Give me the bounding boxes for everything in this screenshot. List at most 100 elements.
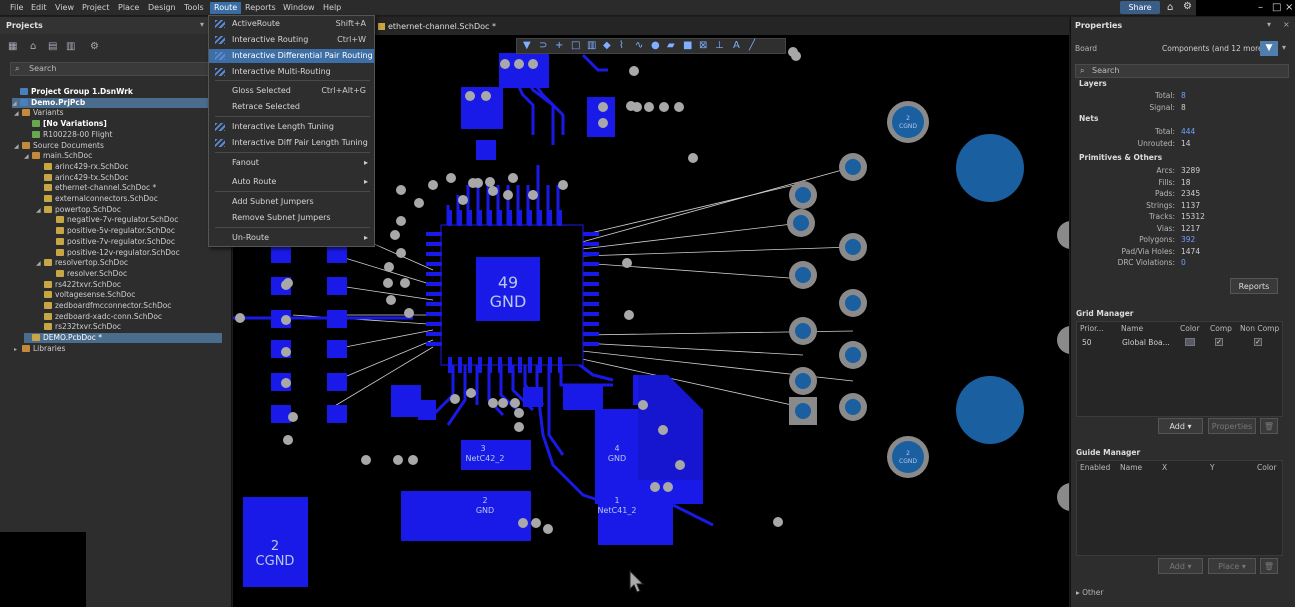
crosshair-icon[interactable]: + — [555, 40, 563, 51]
route-menu-item[interactable]: Fanout ▸ — [209, 156, 374, 170]
route-menu-item[interactable]: Interactive Differential Pair Routing — [209, 49, 374, 63]
text-icon[interactable]: A — [733, 40, 740, 51]
panel-menu-icon[interactable]: ▾ — [200, 20, 204, 29]
guide-add-button[interactable]: Add ▾ — [1158, 558, 1203, 574]
tree-item[interactable]: DEMO.PcbDoc * — [24, 333, 222, 344]
tree-item[interactable]: arinc429-tx.SchDoc — [36, 173, 129, 183]
grid-row-noncomp-checkbox[interactable]: ✓ — [1254, 338, 1262, 346]
tree-item[interactable]: ◢ Variants — [14, 108, 64, 118]
dimension-icon[interactable]: ⊥ — [715, 40, 724, 51]
expand-icon[interactable]: ◢ — [14, 142, 22, 152]
menu-view[interactable]: View — [51, 2, 78, 14]
tree-item[interactable]: voltagesense.SchDoc — [36, 290, 135, 300]
settings-icon[interactable]: ⚙ — [90, 41, 99, 52]
route-menu-item[interactable]: Remove Subnet Jumpers — [209, 211, 374, 225]
gear-icon[interactable]: ⚙ — [1183, 1, 1192, 12]
guide-col-y[interactable]: Y — [1210, 462, 1215, 473]
grid-col-name[interactable]: Name — [1121, 323, 1143, 334]
via-icon[interactable]: ● — [651, 40, 660, 51]
panel-close-icon[interactable]: × — [1283, 20, 1290, 29]
expand-icon[interactable]: ◢ — [36, 206, 44, 216]
route-menu-item[interactable]: Interactive Length Tuning — [209, 120, 374, 134]
tree-item[interactable]: ◢ resolvertop.SchDoc — [36, 258, 128, 268]
tree-item[interactable]: externalconnectors.SchDoc — [36, 194, 158, 204]
diff-pair-icon[interactable]: ∿ — [635, 40, 643, 51]
folder-add-icon[interactable]: ▥ — [66, 41, 75, 52]
route-menu-item[interactable]: Add Subnet Jumpers — [209, 195, 374, 209]
menu-tools[interactable]: Tools — [180, 2, 208, 14]
tree-item[interactable]: ◢ powertop.SchDoc — [36, 205, 121, 215]
guide-col-color[interactable]: Color — [1257, 462, 1277, 473]
grid-col-comp[interactable]: Comp — [1210, 323, 1232, 334]
menu-file[interactable]: File — [6, 2, 27, 14]
menu-route[interactable]: Route — [210, 2, 242, 14]
component-icon[interactable]: ◆ — [603, 40, 611, 51]
reports-button[interactable]: Reports — [1230, 278, 1278, 294]
home-icon[interactable]: ⌂ — [1167, 2, 1173, 13]
expand-icon[interactable]: ◢ — [36, 259, 44, 269]
tree-item[interactable]: ◢ Source Documents — [14, 141, 104, 151]
expand-icon[interactable]: ◢ — [12, 99, 20, 109]
expand-icon[interactable]: ◢ — [14, 109, 22, 119]
menu-project[interactable]: Project — [78, 2, 113, 14]
grid-add-button[interactable]: Add ▾ — [1158, 418, 1203, 434]
tree-item[interactable]: zedboard-xadc-conn.SchDoc — [36, 312, 162, 322]
grid-row-name[interactable]: Global Boa... — [1122, 338, 1170, 347]
menu-place[interactable]: Place — [114, 2, 143, 14]
fill-icon[interactable]: ■ — [683, 40, 692, 51]
guide-col-name[interactable]: Name — [1120, 462, 1142, 473]
tree-item[interactable]: [No Variations] — [24, 119, 107, 129]
grid-row-color-swatch[interactable] — [1185, 338, 1195, 346]
route-icon[interactable]: ⌇ — [619, 40, 624, 51]
tree-item[interactable]: negative-7v-regulator.SchDoc — [48, 215, 178, 225]
grid-row-priority[interactable]: 50 — [1082, 338, 1092, 347]
tree-item[interactable]: positive-7v-regulator.SchDoc — [48, 237, 175, 247]
filter-button[interactable]: ▼ — [1260, 41, 1278, 56]
route-menu-item[interactable]: ActiveRoute Shift+A — [209, 17, 374, 31]
line-icon[interactable]: ╱ — [749, 40, 755, 51]
grid-col-color[interactable]: Color — [1180, 323, 1200, 334]
share-button[interactable]: Share — [1120, 1, 1160, 14]
filter-dropdown-icon[interactable]: ▾ — [1282, 43, 1286, 52]
tree-item[interactable]: ◢ main.SchDoc — [24, 151, 92, 161]
projects-search-input[interactable]: Search — [10, 62, 222, 76]
grid-delete-button[interactable]: 🗑 — [1260, 418, 1278, 434]
close-icon[interactable]: × — [1285, 2, 1293, 13]
properties-search-input[interactable]: Search — [1075, 64, 1289, 78]
menu-help[interactable]: Help — [319, 2, 345, 14]
menu-design[interactable]: Design — [144, 2, 180, 14]
tree-item[interactable]: resolver.SchDoc — [48, 269, 127, 279]
menu-reports[interactable]: Reports — [241, 2, 280, 14]
guide-col-enabled[interactable]: Enabled — [1080, 462, 1110, 473]
grid-properties-button[interactable]: Properties — [1208, 418, 1256, 434]
route-menu-item[interactable]: Auto Route ▸ — [209, 175, 374, 189]
grid-row-comp-checkbox[interactable]: ✓ — [1215, 338, 1223, 346]
tree-item[interactable]: rs422txvr.SchDoc — [36, 280, 121, 290]
expand-icon[interactable]: ◢ — [24, 152, 32, 162]
properties-filter-text[interactable]: Components (and 12 more) — [1162, 44, 1266, 53]
doc-tab-ethernet-channel[interactable]: ethernet-channel.SchDoc * — [376, 20, 504, 33]
route-menu-item[interactable]: Interactive Routing Ctrl+W — [209, 33, 374, 47]
tree-item[interactable]: Project Group 1.DsnWrk — [12, 87, 133, 97]
grid-col-priority[interactable]: Prior... — [1080, 323, 1104, 334]
select-icon[interactable]: ⊃ — [539, 40, 547, 51]
folder-icon[interactable]: ▤ — [48, 41, 57, 52]
tree-item[interactable]: ▸ Libraries — [14, 344, 65, 354]
guide-delete-button[interactable]: 🗑 — [1260, 558, 1278, 574]
guide-col-x[interactable]: X — [1162, 462, 1167, 473]
rect-select-icon[interactable]: □ — [571, 40, 580, 51]
keepout-icon[interactable]: ⊠ — [699, 40, 707, 51]
tree-item[interactable]: R100228-00 Flight — [24, 130, 112, 140]
open-icon[interactable]: ▦ — [8, 41, 17, 52]
route-menu-item[interactable]: Gloss Selected Ctrl+Alt+G — [209, 84, 374, 98]
tree-item[interactable]: zedboardfmcconnector.SchDoc — [36, 301, 171, 311]
polygon-icon[interactable]: ▰ — [667, 40, 675, 51]
tree-item[interactable]: positive-12v-regulator.SchDoc — [48, 248, 180, 258]
tree-item[interactable]: positive-5v-regulator.SchDoc — [48, 226, 175, 236]
menu-edit[interactable]: Edit — [27, 2, 51, 14]
tree-item[interactable]: ethernet-channel.SchDoc * — [36, 183, 156, 193]
route-menu-item[interactable]: Un-Route ▸ — [209, 231, 374, 245]
maximize-icon[interactable]: □ — [1272, 2, 1281, 13]
filter-icon[interactable]: ▼ — [523, 40, 531, 51]
home-project-icon[interactable]: ⌂ — [30, 41, 36, 52]
